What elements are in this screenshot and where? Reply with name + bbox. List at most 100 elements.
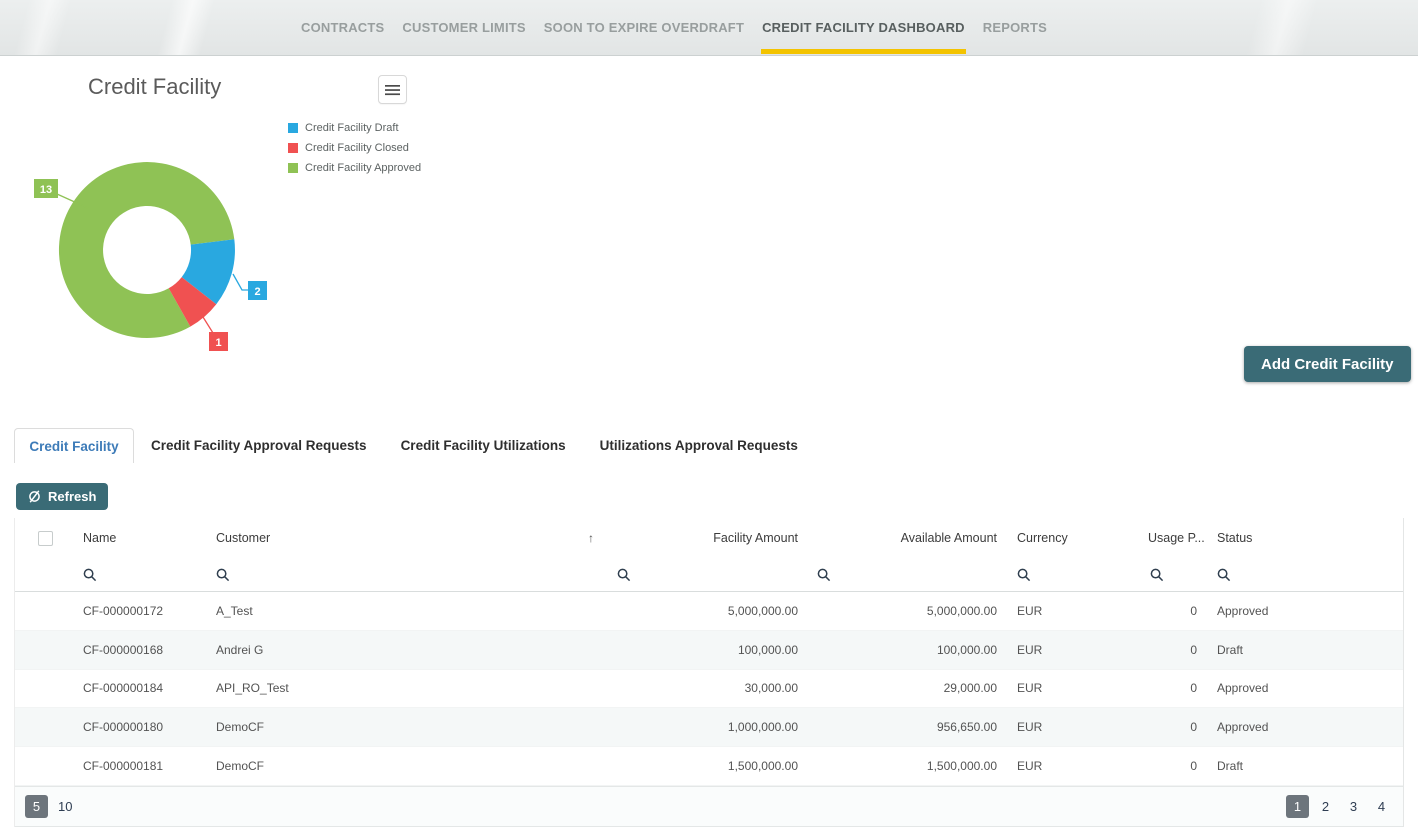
donut-chart: 13 2 1: [20, 150, 280, 365]
cell-facility-amount: 30,000.00: [610, 681, 810, 695]
cell-status: Approved: [1210, 720, 1405, 734]
detail-tabs: Credit Facility Credit Facility Approval…: [14, 428, 815, 463]
cell-customer: A_Test: [209, 604, 610, 618]
nav-list: CONTRACTS CUSTOMER LIMITS SOON TO EXPIRE…: [300, 0, 1048, 55]
filter-customer-search-icon[interactable]: [216, 568, 230, 582]
cell-currency: EUR: [1010, 604, 1143, 618]
cell-name: CF-000000184: [75, 681, 209, 695]
cell-usage: 0: [1143, 681, 1210, 695]
callout-value-draft: 2: [254, 286, 260, 298]
cell-available-amount: 956,650.00: [810, 720, 1010, 734]
filter-status-search-icon[interactable]: [1217, 568, 1231, 582]
filter-facility-amount-search-icon[interactable]: [617, 568, 631, 582]
table-row[interactable]: CF-000000180 DemoCF 1,000,000.00 956,650…: [15, 708, 1403, 747]
legend-swatch-approved: [288, 163, 298, 173]
page-button-3[interactable]: 3: [1342, 795, 1365, 818]
filter-name-search-icon[interactable]: [83, 568, 97, 582]
legend-swatch-closed: [288, 143, 298, 153]
legend-item-closed: Credit Facility Closed: [288, 138, 421, 158]
legend-label-approved: Credit Facility Approved: [305, 162, 421, 174]
legend-swatch-draft: [288, 123, 298, 133]
legend-label-closed: Credit Facility Closed: [305, 142, 409, 154]
cell-currency: EUR: [1010, 759, 1143, 773]
filter-currency-search-icon[interactable]: [1017, 568, 1031, 582]
refresh-button[interactable]: Refresh: [16, 483, 108, 510]
column-header-usage-percent[interactable]: Usage P...: [1143, 531, 1210, 545]
filter-available-amount-search-icon[interactable]: [817, 568, 831, 582]
credit-facility-grid: Name Customer ↑ Facility Amount Availabl…: [14, 518, 1404, 827]
cell-customer: Andrei G: [209, 643, 610, 657]
grid-header-row: Name Customer ↑ Facility Amount Availabl…: [15, 518, 1403, 558]
column-header-status[interactable]: Status: [1210, 531, 1405, 545]
hamburger-icon: [385, 84, 400, 96]
select-all-checkbox[interactable]: [38, 531, 53, 546]
cell-customer: DemoCF: [209, 759, 610, 773]
legend-label-draft: Credit Facility Draft: [305, 122, 399, 134]
cell-currency: EUR: [1010, 643, 1143, 657]
table-row[interactable]: CF-000000184 API_RO_Test 30,000.00 29,00…: [15, 670, 1403, 709]
credit-facility-dashboard: CONTRACTS CUSTOMER LIMITS SOON TO EXPIRE…: [0, 0, 1418, 836]
cell-status: Draft: [1210, 643, 1405, 657]
tab-utilizations-approval-requests[interactable]: Utilizations Approval Requests: [583, 428, 815, 463]
grid-filter-row: [15, 558, 1403, 592]
table-row[interactable]: CF-000000181 DemoCF 1,500,000.00 1,500,0…: [15, 747, 1403, 786]
nav-item-contracts[interactable]: CONTRACTS: [300, 0, 385, 55]
refresh-icon: [28, 490, 41, 503]
cell-available-amount: 1,500,000.00: [810, 759, 1010, 773]
table-row[interactable]: CF-000000172 A_Test 5,000,000.00 5,000,0…: [15, 592, 1403, 631]
callout-line-closed: [203, 317, 213, 333]
page-size-5[interactable]: 5: [25, 795, 48, 818]
cell-status: Approved: [1210, 604, 1405, 618]
nav-item-credit-facility-dashboard[interactable]: CREDIT FACILITY DASHBOARD: [761, 0, 966, 55]
table-row[interactable]: CF-000000168 Andrei G 100,000.00 100,000…: [15, 631, 1403, 670]
cell-customer: API_RO_Test: [209, 681, 610, 695]
cell-name: CF-000000181: [75, 759, 209, 773]
cell-facility-amount: 1,000,000.00: [610, 720, 810, 734]
page-button-1[interactable]: 1: [1286, 795, 1309, 818]
column-header-customer-label: Customer: [216, 531, 270, 545]
cell-name: CF-000000172: [75, 604, 209, 618]
grid-pagination-bar: 5 10 1 2 3 4: [15, 786, 1403, 827]
sort-ascending-icon[interactable]: ↑: [588, 531, 594, 545]
cell-usage: 0: [1143, 604, 1210, 618]
column-header-facility-amount[interactable]: Facility Amount: [610, 531, 810, 545]
cell-name: CF-000000180: [75, 720, 209, 734]
callout-value-closed: 1: [215, 337, 221, 349]
page-button-4[interactable]: 4: [1370, 795, 1393, 818]
nav-item-soon-to-expire-overdraft[interactable]: SOON TO EXPIRE OVERDRAFT: [543, 0, 745, 55]
cell-currency: EUR: [1010, 681, 1143, 695]
cell-usage: 0: [1143, 759, 1210, 773]
chart-menu-button[interactable]: [378, 75, 407, 104]
cell-facility-amount: 5,000,000.00: [610, 604, 810, 618]
cell-currency: EUR: [1010, 720, 1143, 734]
cell-available-amount: 29,000.00: [810, 681, 1010, 695]
add-credit-facility-button[interactable]: Add Credit Facility: [1244, 346, 1411, 382]
cell-available-amount: 5,000,000.00: [810, 604, 1010, 618]
legend-item-approved: Credit Facility Approved: [288, 158, 421, 178]
cell-name: CF-000000168: [75, 643, 209, 657]
legend-item-draft: Credit Facility Draft: [288, 118, 421, 138]
page-size-selector: 5 10: [25, 795, 77, 818]
callout-value-approved: 13: [40, 184, 52, 196]
page-size-10[interactable]: 10: [53, 795, 77, 818]
column-header-available-amount[interactable]: Available Amount: [810, 531, 1010, 545]
page-button-2[interactable]: 2: [1314, 795, 1337, 818]
filter-usage-search-icon[interactable]: [1150, 568, 1164, 582]
cell-status: Draft: [1210, 759, 1405, 773]
cell-usage: 0: [1143, 643, 1210, 657]
cell-facility-amount: 100,000.00: [610, 643, 810, 657]
nav-item-reports[interactable]: REPORTS: [982, 0, 1048, 55]
cell-status: Approved: [1210, 681, 1405, 695]
tab-credit-facility-utilizations[interactable]: Credit Facility Utilizations: [384, 428, 583, 463]
cell-facility-amount: 1,500,000.00: [610, 759, 810, 773]
column-header-name[interactable]: Name: [75, 531, 209, 545]
tab-credit-facility-approval-requests[interactable]: Credit Facility Approval Requests: [134, 428, 384, 463]
cell-usage: 0: [1143, 720, 1210, 734]
tab-credit-facility[interactable]: Credit Facility: [14, 428, 134, 463]
cell-available-amount: 100,000.00: [810, 643, 1010, 657]
page-navigator: 1 2 3 4: [1286, 795, 1393, 818]
cell-customer: DemoCF: [209, 720, 610, 734]
nav-item-customer-limits[interactable]: CUSTOMER LIMITS: [401, 0, 526, 55]
column-header-customer[interactable]: Customer ↑: [209, 531, 610, 545]
column-header-currency[interactable]: Currency: [1010, 531, 1143, 545]
